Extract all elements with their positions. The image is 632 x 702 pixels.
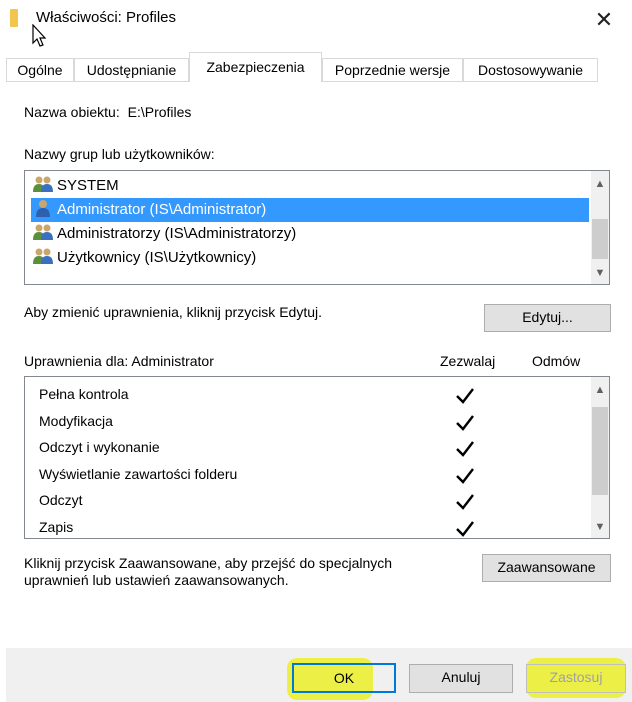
allow-check-icon (456, 388, 474, 404)
scroll-thumb[interactable] (592, 407, 608, 495)
allow-check-icon (456, 415, 474, 431)
allow-check-icon (456, 441, 474, 457)
scroll-down-icon[interactable]: ▼ (591, 264, 609, 282)
permission-row: Zapis (39, 514, 74, 538)
list-item-system[interactable]: SYSTEM (33, 174, 119, 198)
allow-check-icon (456, 494, 474, 510)
object-name-row: Nazwa obiektu: E:\Profiles (24, 104, 191, 120)
scroll-up-icon[interactable]: ▲ (591, 381, 609, 399)
apply-button[interactable]: Zastosuj (526, 664, 626, 693)
scroll-up-icon[interactable]: ▲ (591, 175, 609, 193)
permission-name: Zapis (39, 519, 74, 535)
edit-button[interactable]: Edytuj... (484, 304, 611, 332)
permission-name: Wyświetlanie zawartości folderu (39, 466, 238, 482)
deny-column-header: Odmów (532, 353, 581, 369)
list-item-label: Administratorzy (IS\Administratorzy) (57, 225, 297, 242)
scroll-down-icon[interactable]: ▼ (591, 518, 609, 536)
permission-name: Modyfikacja (39, 413, 113, 429)
group-users-icon (33, 176, 53, 192)
object-name-value: E:\Profiles (127, 104, 192, 120)
groups-scrollbar[interactable]: ▲ ▼ (591, 171, 609, 284)
tab-general[interactable]: Ogólne (6, 58, 74, 81)
list-item-administratorzy[interactable]: Administratorzy (IS\Administratorzy) (33, 222, 296, 246)
user-icon (36, 200, 50, 217)
cancel-button[interactable]: Anuluj (409, 664, 513, 693)
object-name-label: Nazwa obiektu: (24, 104, 120, 120)
permission-row: Odczyt (39, 487, 83, 513)
ok-button[interactable]: OK (292, 663, 396, 693)
permission-name: Pełna kontrola (39, 386, 129, 402)
tab-customize[interactable]: Dostosowywanie (463, 58, 598, 81)
group-users-icon (33, 224, 53, 240)
permissions-list[interactable]: Pełna kontrola Modyfikacja Odczyt i wyko… (24, 376, 610, 539)
permission-row: Pełna kontrola (39, 381, 129, 407)
folder-icon (10, 9, 18, 27)
list-item-label: Administrator (IS\Administrator) (57, 201, 267, 218)
scroll-thumb[interactable] (592, 219, 608, 259)
permission-name: Odczyt i wykonanie (39, 439, 160, 455)
permission-row: Wyświetlanie zawartości folderu (39, 461, 237, 487)
groups-label: Nazwy grup lub użytkowników: (24, 146, 215, 162)
advanced-button[interactable]: Zaawansowane (482, 554, 611, 582)
close-button[interactable]: ✕ (586, 6, 622, 34)
list-item-administrator[interactable]: Administrator (IS\Administrator) (31, 198, 589, 222)
window-title: Właściwości: Profiles (36, 9, 177, 26)
permissions-scrollbar[interactable]: ▲ ▼ (591, 377, 609, 538)
permission-row: Odczyt i wykonanie (39, 434, 160, 460)
list-item-label: SYSTEM (57, 177, 119, 194)
permission-row: Modyfikacja (39, 408, 113, 434)
advanced-hint-line2: uprawnień lub ustawień zaawansowanych. (24, 572, 289, 588)
groups-listbox[interactable]: SYSTEM Administrator (IS\Administrator) … (24, 170, 610, 285)
advanced-hint: Kliknij przycisk Zaawansowane, aby przej… (24, 555, 392, 589)
allow-check-icon (456, 521, 474, 537)
advanced-hint-line1: Kliknij przycisk Zaawansowane, aby przej… (24, 555, 393, 571)
permissions-label: Uprawnienia dla: Administrator (24, 353, 214, 369)
tab-security[interactable]: Zabezpieczenia (189, 52, 322, 82)
list-item-uzytkownicy[interactable]: Użytkownicy (IS\Użytkownicy) (33, 246, 256, 270)
group-users-icon (33, 248, 53, 264)
allow-column-header: Zezwalaj (440, 353, 496, 369)
edit-hint: Aby zmienić uprawnienia, kliknij przycis… (24, 304, 322, 320)
tab-sharing[interactable]: Udostępnianie (74, 58, 189, 81)
allow-check-icon (456, 468, 474, 484)
permission-name: Odczyt (39, 492, 83, 508)
tab-previous-versions[interactable]: Poprzednie wersje (322, 58, 463, 81)
list-item-label: Użytkownicy (IS\Użytkownicy) (57, 249, 257, 266)
mouse-cursor-icon (32, 24, 47, 47)
